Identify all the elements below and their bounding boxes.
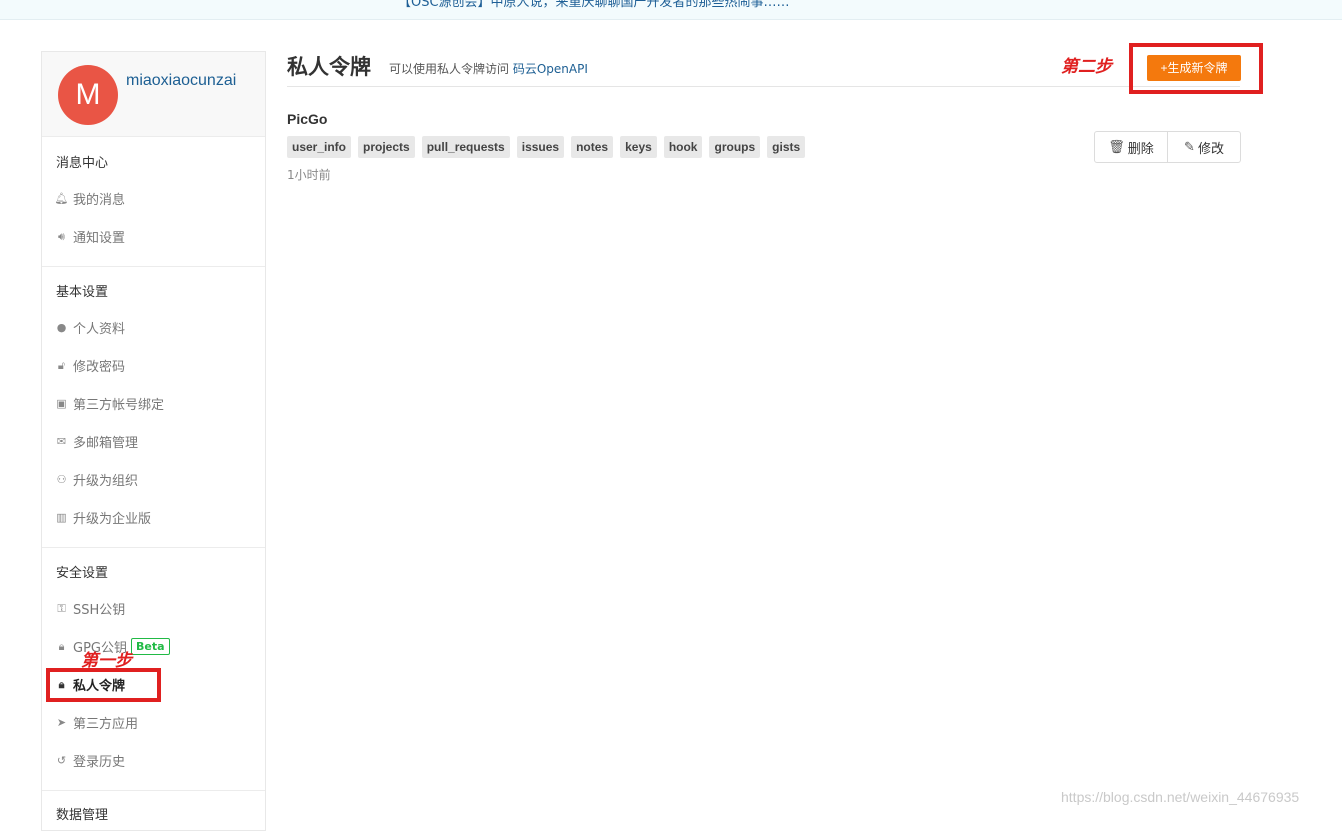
token-timestamp: 1小时前: [287, 168, 331, 182]
sidebar-divider: [42, 790, 265, 791]
beta-badge: Beta: [131, 637, 170, 655]
sidebar-item-ssh-keys[interactable]: ⚿ SSH公钥: [54, 597, 125, 619]
page-subtitle-text: 可以使用私人令牌访问: [389, 62, 510, 76]
sidebar-divider: [42, 547, 265, 548]
username-link[interactable]: miaoxiaocunzai: [126, 72, 236, 90]
sidebar-item-third-party-binding[interactable]: ▣ 第三方帐号绑定: [54, 392, 164, 414]
scope-tag: projects: [358, 136, 415, 158]
sidebar-item-label: 升级为组织: [73, 473, 139, 489]
step1-highlight-box: [46, 668, 161, 702]
volume-icon: 🔊︎: [58, 229, 65, 243]
bell-icon: 🔔︎: [54, 191, 69, 205]
sidebar-item-email-management[interactable]: ✉︎ 多邮箱管理: [54, 430, 138, 452]
scope-tag: groups: [709, 136, 761, 158]
sidebar-item-label: 我的消息: [73, 192, 126, 208]
section-title-security-settings: 安全设置: [56, 566, 109, 581]
step1-annotation: 第一步: [81, 651, 132, 671]
section-title-messages: 消息中心: [56, 156, 109, 171]
sidebar-item-label: 个人资料: [73, 321, 126, 337]
sidebar-item-label: 第三方应用: [73, 716, 139, 732]
unlock-icon: 🔓︎: [57, 358, 66, 372]
lock-icon: 🔒︎: [58, 639, 65, 653]
scope-tag: notes: [571, 136, 614, 158]
mail-icon: ✉︎: [56, 434, 67, 448]
rocket-icon: ➤: [56, 715, 67, 729]
sidebar-item-notification-settings[interactable]: 🔊︎ 通知设置: [54, 225, 125, 247]
edit-token-button[interactable]: ✎ 修改: [1167, 132, 1240, 162]
edit-icon: ✎: [1184, 139, 1195, 155]
openapi-link[interactable]: 码云OpenAPI: [513, 62, 588, 76]
sidebar-item-login-history[interactable]: ↺ 登录历史: [54, 749, 125, 771]
id-card-icon: ▣: [56, 396, 67, 410]
top-banner[interactable]: 【OSC源创会】中原人说，来重庆聊聊国产开发者的那些热闹事……: [0, 0, 1342, 20]
scope-tag: hook: [663, 136, 703, 158]
trash-icon: 🗑︎: [1108, 139, 1125, 155]
sidebar-divider: [42, 266, 265, 267]
title-divider: [287, 86, 1240, 87]
delete-token-button[interactable]: 🗑︎ 删除: [1095, 132, 1167, 162]
watermark: https://blog.csdn.net/weixin_44676935: [1061, 789, 1300, 805]
scope-tag: user_info: [287, 136, 352, 158]
profile-card: M miaoxiaocunzai: [42, 52, 265, 137]
page-title: 私人令牌: [287, 55, 371, 79]
avatar[interactable]: M: [58, 65, 118, 125]
section-title-basic-settings: 基本设置: [56, 285, 109, 300]
delete-label: 删除: [1127, 141, 1154, 157]
page-subtitle: 可以使用私人令牌访问 码云OpenAPI: [389, 60, 588, 77]
edit-label: 修改: [1197, 141, 1224, 157]
sidebar-item-label: SSH公钥: [73, 602, 126, 618]
sidebar-item-upgrade-enterprise[interactable]: ▥ 升级为企业版: [54, 506, 151, 528]
section-title-data-management: 数据管理: [56, 808, 109, 823]
scope-tag: gists: [767, 136, 806, 158]
key-icon: ⚿: [57, 601, 66, 615]
step2-annotation: 第二步: [1061, 57, 1112, 77]
scope-tag: keys: [620, 136, 657, 158]
user-icon: ●: [56, 320, 67, 334]
scope-tag: issues: [516, 136, 565, 158]
sidebar-item-label: 登录历史: [73, 754, 126, 770]
sidebar-item-third-party-apps[interactable]: ➤ 第三方应用: [54, 711, 138, 733]
sidebar-item-label: 升级为企业版: [73, 511, 152, 527]
sidebar-item-profile[interactable]: ● 个人资料: [54, 316, 125, 338]
settings-sidebar: M miaoxiaocunzai 消息中心 🔔︎ 我的消息 🔊︎ 通知设置 基本…: [41, 51, 266, 831]
users-icon: ⚇: [56, 472, 67, 486]
token-actions: 🗑︎ 删除 ✎ 修改: [1094, 131, 1241, 163]
sidebar-item-label: 第三方帐号绑定: [73, 397, 165, 413]
step2-highlight-box: [1129, 43, 1263, 94]
sidebar-item-label: 多邮箱管理: [73, 435, 139, 451]
banner-text[interactable]: 【OSC源创会】中原人说，来重庆聊聊国产开发者的那些热闹事……: [398, 0, 790, 10]
token-scopes: user_info projects pull_requests issues …: [287, 136, 812, 158]
sidebar-item-label: 通知设置: [73, 230, 126, 246]
scope-tag: pull_requests: [421, 136, 510, 158]
token-name: PicGo: [287, 111, 328, 127]
sidebar-item-change-password[interactable]: 🔓︎ 修改密码: [54, 354, 125, 376]
history-icon: ↺: [56, 753, 67, 767]
sidebar-item-upgrade-organization[interactable]: ⚇ 升级为组织: [54, 468, 138, 490]
sidebar-item-label: 修改密码: [73, 359, 126, 375]
building-icon: ▥: [56, 510, 67, 524]
sidebar-item-my-messages[interactable]: 🔔︎ 我的消息: [54, 187, 126, 209]
